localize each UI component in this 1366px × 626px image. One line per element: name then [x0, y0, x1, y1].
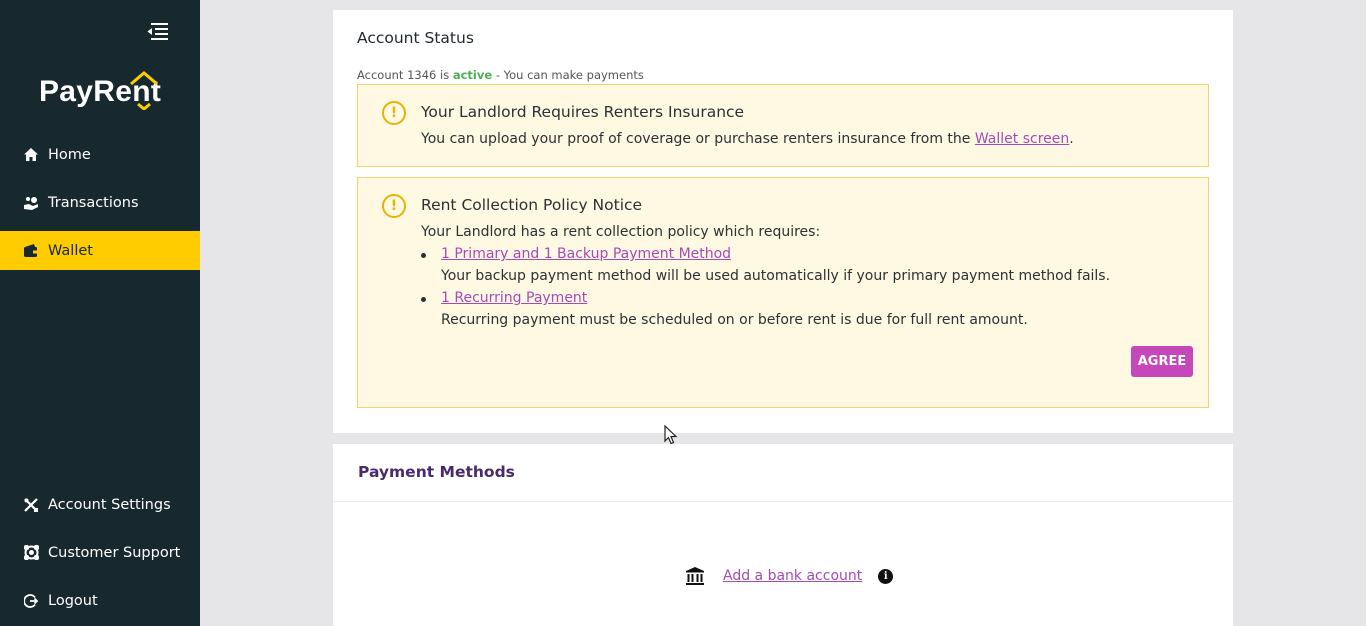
logout-icon [23, 593, 39, 609]
policy-alert-heading: Rent Collection Policy Notice [421, 196, 643, 214]
sidebar-item-wallet[interactable]: Wallet [0, 231, 200, 270]
status-line-prefix: Account 1346 is [357, 68, 453, 82]
mouse-cursor-icon [664, 425, 678, 445]
account-status-line: Account 1346 is active - You can make pa… [357, 68, 644, 82]
sidebar-item-account-settings[interactable]: Account Settings [0, 485, 200, 524]
sidebar-item-label: Transactions [48, 194, 139, 211]
bullet-dot [421, 297, 426, 302]
sidebar-item-logout[interactable]: Logout [0, 581, 200, 620]
requirement-description: Recurring payment must be scheduled on o… [441, 312, 1028, 328]
primary-backup-link[interactable]: 1 Primary and 1 Backup Payment Method [441, 246, 731, 262]
sidebar-item-label: Home [48, 146, 91, 163]
bank-icon [686, 567, 704, 585]
status-line-suffix: - You can make payments [492, 68, 644, 82]
support-icon [23, 545, 39, 561]
payment-methods-card: Payment Methods Add a bank account i [333, 444, 1233, 626]
insurance-body-text: You can upload your proof of coverage or… [421, 131, 975, 147]
sidebar-item-label: Customer Support [48, 544, 181, 561]
insurance-alert-heading: Your Landlord Requires Renters Insurance [421, 103, 745, 121]
policy-alert: ! Rent Collection Policy Notice Your Lan… [357, 177, 1209, 408]
bullet-dot [421, 253, 426, 258]
divider [333, 501, 1233, 502]
menu-collapse-icon[interactable] [146, 22, 168, 42]
sidebar-item-label: Account Settings [48, 496, 171, 513]
insurance-body-period: . [1069, 131, 1074, 147]
sidebar-item-customer-support[interactable]: Customer Support [0, 533, 200, 572]
requirement-description: Your backup payment method will be used … [441, 268, 1111, 284]
agree-button[interactable]: AGREE [1131, 346, 1193, 377]
roof-icon [130, 71, 158, 110]
account-status-card: Account Status Account 1346 is active - … [333, 10, 1233, 433]
status-badge: active [452, 68, 493, 82]
hand-coin-icon [23, 195, 39, 211]
policy-intro: Your Landlord has a rent collection poli… [421, 224, 821, 240]
sidebar: PayRent Home Transactions Wallet Account… [0, 0, 200, 626]
sidebar-item-label: Logout [48, 592, 98, 609]
home-icon [23, 147, 39, 163]
tools-icon [23, 497, 39, 513]
wallet-icon [23, 243, 39, 259]
warning-icon: ! [382, 194, 406, 218]
payrent-logo[interactable]: PayRent [39, 71, 161, 114]
sidebar-item-label: Wallet [48, 242, 93, 259]
account-status-title: Account Status [357, 29, 474, 47]
recurring-payment-link[interactable]: 1 Recurring Payment [441, 290, 587, 306]
add-bank-row: Add a bank account i [685, 566, 894, 586]
warning-icon: ! [382, 101, 406, 125]
payment-methods-title: Payment Methods [358, 463, 515, 481]
add-bank-account-link[interactable]: Add a bank account [723, 568, 862, 584]
sidebar-item-home[interactable]: Home [0, 135, 200, 174]
info-icon[interactable]: i [878, 568, 894, 584]
wallet-screen-link[interactable]: Wallet screen [975, 131, 1069, 147]
insurance-alert: ! Your Landlord Requires Renters Insuran… [357, 84, 1209, 167]
insurance-alert-body: You can upload your proof of coverage or… [421, 131, 1074, 147]
sidebar-item-transactions[interactable]: Transactions [0, 183, 200, 222]
